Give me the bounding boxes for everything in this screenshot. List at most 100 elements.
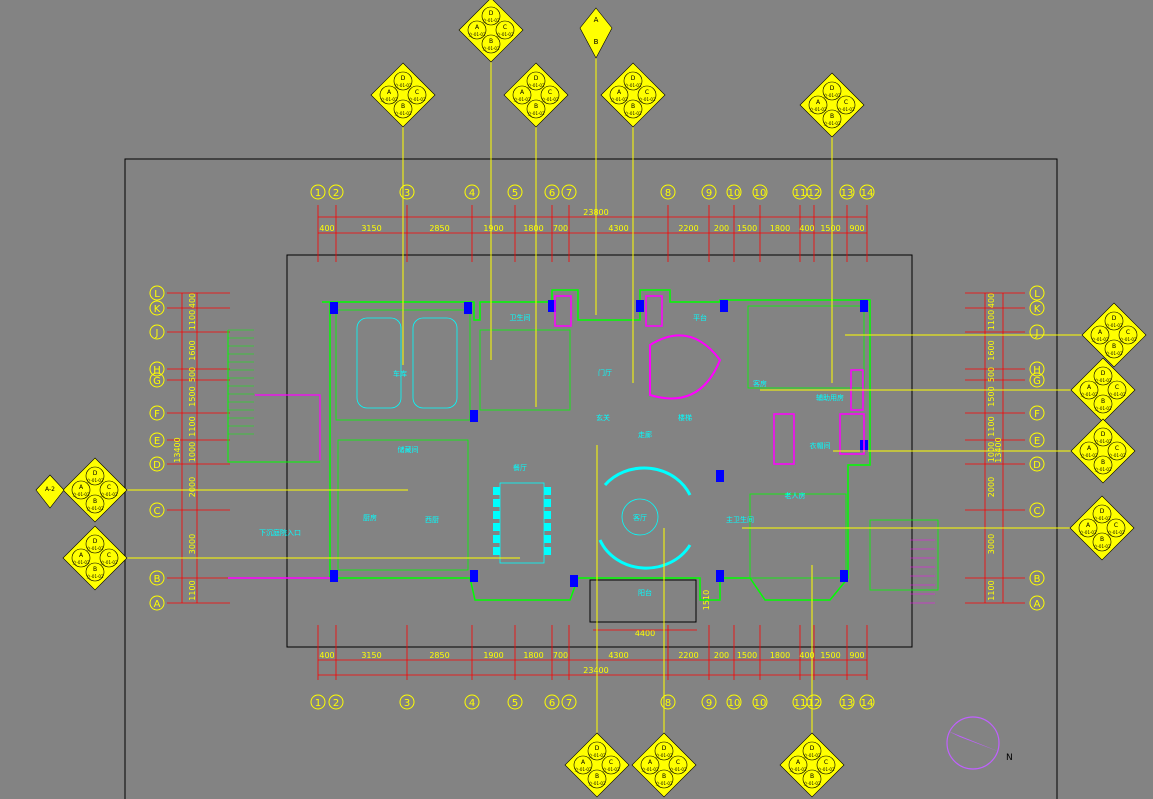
row-label-left: K bbox=[154, 304, 161, 315]
dim-top-segment: 200 bbox=[714, 224, 729, 233]
north-arrow-needle bbox=[948, 731, 1000, 752]
dim-top-segment: 1500 bbox=[820, 224, 840, 233]
tag-sheet: 立-01-02 bbox=[1094, 438, 1112, 444]
tag-sheet: 立-01-02 bbox=[527, 110, 545, 116]
tag-letter: D bbox=[595, 745, 600, 752]
elevation-tag: D立-01-02A立-01-02C立-01-02B立-01-02 bbox=[600, 62, 666, 383]
row-label-left: A bbox=[154, 599, 161, 610]
dining-chair bbox=[544, 535, 551, 543]
tag-letter: D bbox=[1101, 431, 1106, 438]
tag-sheet: 立-01-02 bbox=[1094, 377, 1112, 383]
tag-letter: C bbox=[676, 759, 680, 766]
dim-top-segment: 2200 bbox=[678, 224, 698, 233]
row-label-left: J bbox=[155, 328, 159, 339]
row-label-right: C bbox=[1034, 506, 1041, 517]
tag-letter: B bbox=[1101, 398, 1105, 405]
tag-sheet: 立-01-02 bbox=[610, 96, 628, 102]
tag-sheet: 立-01-02 bbox=[574, 766, 592, 772]
tag-letter: C bbox=[1114, 522, 1118, 529]
dim-bottom-segment: 700 bbox=[553, 651, 568, 660]
dim-top-segment: 1900 bbox=[483, 224, 503, 233]
tag-letter: B bbox=[631, 103, 635, 110]
car-outline bbox=[356, 317, 402, 409]
row-label-right: H bbox=[1033, 365, 1041, 376]
structural-column bbox=[330, 570, 338, 582]
dim-left-total: 13400 bbox=[173, 437, 182, 462]
stair-flight bbox=[645, 295, 663, 327]
tag-letter: B bbox=[534, 103, 538, 110]
section-marker-left: A-2 bbox=[35, 474, 65, 509]
room-label-changing: 衣帽间 bbox=[810, 441, 831, 450]
dim-top-segment: 1800 bbox=[770, 224, 790, 233]
structural-column bbox=[470, 570, 478, 582]
row-label-right: G bbox=[1033, 376, 1041, 387]
tag-sheet: 立-01-02 bbox=[624, 110, 642, 116]
tag-sheet: 立-01-02 bbox=[86, 573, 104, 579]
structural-column bbox=[330, 302, 338, 314]
tag-sheet: 立-01-02 bbox=[86, 477, 104, 483]
room-label-aux: 辅助用房 bbox=[816, 393, 844, 402]
dim-left-segment: 1100 bbox=[188, 310, 197, 330]
tag-sheet: 立-01-02 bbox=[1079, 529, 1097, 535]
tag-sheet: 立-01-02 bbox=[1094, 466, 1112, 472]
elevation-tag: D立-01-02A立-01-02C立-01-02B立-01-02 bbox=[564, 445, 630, 798]
dim-right-segment: 1500 bbox=[987, 386, 996, 406]
dining-table bbox=[499, 482, 545, 564]
dim-right-segment: 1100 bbox=[987, 310, 996, 330]
stair-flight bbox=[773, 413, 795, 465]
tag-letter: D bbox=[830, 85, 835, 92]
structural-column bbox=[716, 470, 724, 482]
tag-sheet: 立-01-02 bbox=[541, 96, 559, 102]
section-marker-top: AB bbox=[579, 7, 613, 315]
dim-left-segment: 1100 bbox=[188, 416, 197, 436]
dining-chair bbox=[544, 487, 551, 495]
tag-sheet: 立-01-02 bbox=[394, 110, 412, 116]
row-label-right: K bbox=[1034, 304, 1041, 315]
dim-right-segment: 500 bbox=[987, 367, 996, 382]
dim-right-segment: 1000 bbox=[987, 442, 996, 462]
dim-top-segment: 1800 bbox=[523, 224, 543, 233]
room-label-terrace: 平台 bbox=[693, 313, 707, 322]
row-label-left: H bbox=[153, 365, 161, 376]
row-label-right: D bbox=[1033, 460, 1041, 471]
tag-letter: D bbox=[662, 745, 667, 752]
tag-diamond bbox=[1070, 418, 1136, 484]
tag-letter: B bbox=[1101, 459, 1105, 466]
tag-sheet: 立-01-02 bbox=[803, 752, 821, 758]
tag-sheet: 立-01-02 bbox=[1080, 391, 1098, 397]
row-label-left: F bbox=[154, 409, 160, 420]
tag-diamond bbox=[1081, 302, 1147, 368]
tag-sheet: 立-01-02 bbox=[86, 545, 104, 551]
tag-sheet: 立-01-02 bbox=[527, 82, 545, 88]
tag-letter: B bbox=[830, 113, 834, 120]
dim-bottom-segment: 4300 bbox=[608, 651, 628, 660]
sofa-arc bbox=[603, 466, 692, 496]
room-label-elder-room: 老人房 bbox=[785, 491, 806, 500]
tag-letter: B bbox=[595, 773, 599, 780]
tag-letter: C bbox=[1115, 445, 1119, 452]
dining-chair bbox=[493, 487, 500, 495]
dim-bottom-segment: 1900 bbox=[483, 651, 503, 660]
column-label-top: 7 bbox=[566, 188, 572, 199]
structural-column bbox=[636, 300, 644, 312]
tag-sheet: 立-01-02 bbox=[100, 559, 118, 565]
column-label-bottom: 10 bbox=[754, 698, 767, 709]
dim-bottom-segment: 1800 bbox=[523, 651, 543, 660]
row-label-left: D bbox=[153, 460, 161, 471]
room-label-bath-2: 主卫生间 bbox=[726, 515, 754, 524]
tag-letter: C bbox=[609, 759, 613, 766]
tag-letter: D bbox=[489, 10, 494, 17]
tag-sheet: 立-01-02 bbox=[1094, 405, 1112, 411]
tag-diamond bbox=[62, 525, 128, 591]
tag-letter: C bbox=[107, 552, 111, 559]
dim-top-segment: 900 bbox=[849, 224, 864, 233]
tag-letter: D bbox=[534, 75, 539, 82]
dim-left-segment: 2000 bbox=[188, 477, 197, 497]
column-label-top: 13 bbox=[841, 188, 854, 199]
dim-left-segment: 1500 bbox=[188, 386, 197, 406]
column-label-bottom: 1 bbox=[315, 698, 321, 709]
dim-left-segment: 3000 bbox=[188, 534, 197, 554]
dim-right-segment: 3000 bbox=[987, 534, 996, 554]
tag-sheet: 立-01-02 bbox=[602, 766, 620, 772]
balcony-outline bbox=[589, 579, 697, 623]
